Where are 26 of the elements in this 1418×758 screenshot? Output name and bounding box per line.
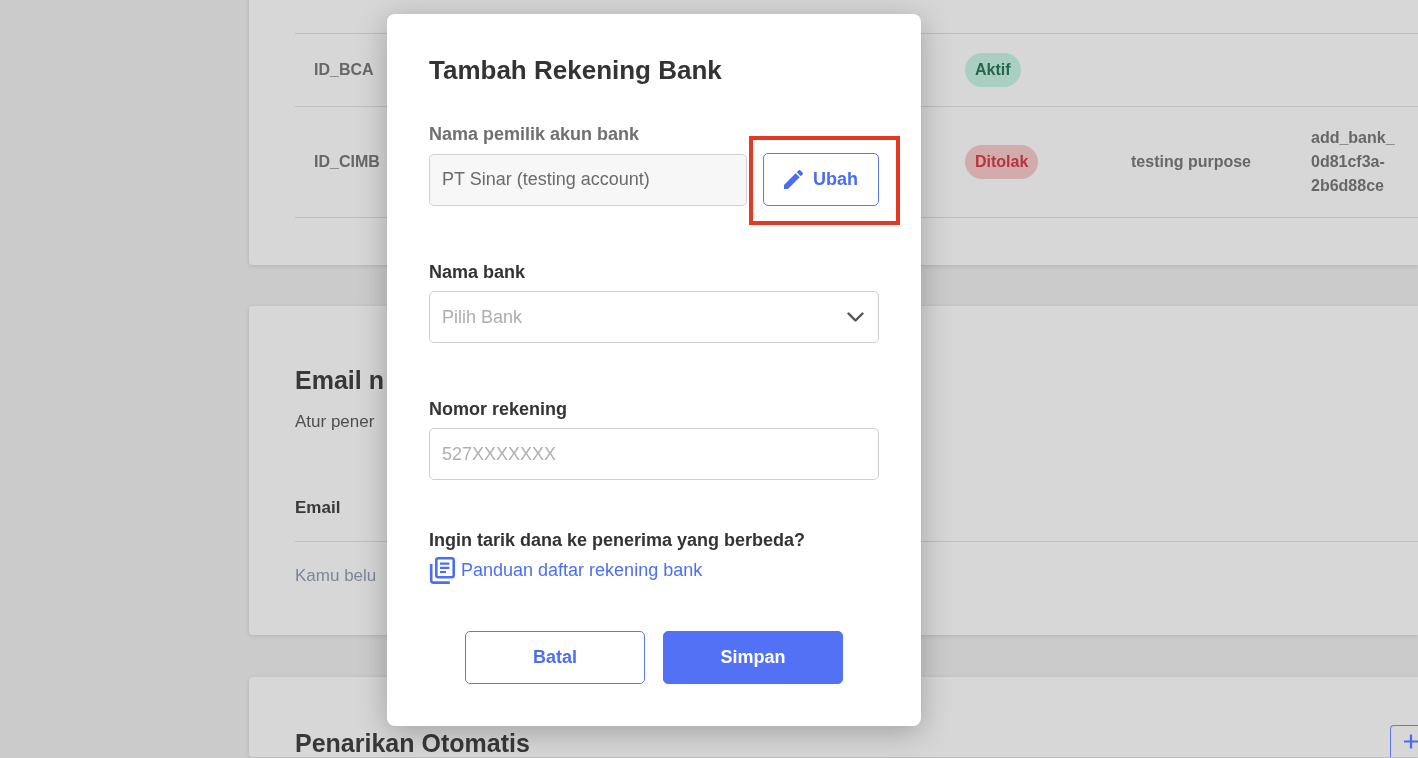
status-badge: Aktif xyxy=(965,53,1021,87)
select-field[interactable]: Pilih Bank xyxy=(429,291,879,343)
submit-button[interactable]: Simpan xyxy=(663,631,843,684)
text-field[interactable]: 527XXXXXXX xyxy=(429,428,879,480)
plus-icon xyxy=(1404,734,1418,749)
documents-icon xyxy=(429,557,455,584)
column-header: Email xyxy=(295,497,341,519)
section-title: Penarikan Otomatis xyxy=(295,729,530,757)
table-cell-text: add_bank_ 0d81cf3a- 2b6d88ce xyxy=(1311,128,1395,196)
empty-state-text: Kamu belu xyxy=(295,565,377,587)
field-label: Nama bank xyxy=(429,261,526,284)
pencil-icon xyxy=(784,170,803,189)
dialog-title: Tambah Rekening Bank xyxy=(429,54,722,87)
section-subtitle: Atur pener xyxy=(295,411,375,433)
table-cell-text: testing purpose xyxy=(1131,152,1251,172)
field-label: Nomor rekening xyxy=(429,398,568,421)
table-cell-text: ID_BCA xyxy=(314,60,374,80)
status-badge: Ditolak xyxy=(965,145,1039,179)
help-text: Ingin tarik dana ke penerima yang berbeda? xyxy=(429,529,806,552)
table-cell-text: ID_CIMB xyxy=(314,152,380,172)
guide-link[interactable]: Panduan daftar rekening bank xyxy=(429,557,703,584)
field-label: Nama pemilik akun bank xyxy=(429,123,640,146)
chevron-down-icon xyxy=(847,312,864,322)
add-button[interactable] xyxy=(1390,725,1418,757)
cancel-button[interactable]: Batal xyxy=(465,631,645,684)
section-title: Email n xyxy=(295,365,384,396)
